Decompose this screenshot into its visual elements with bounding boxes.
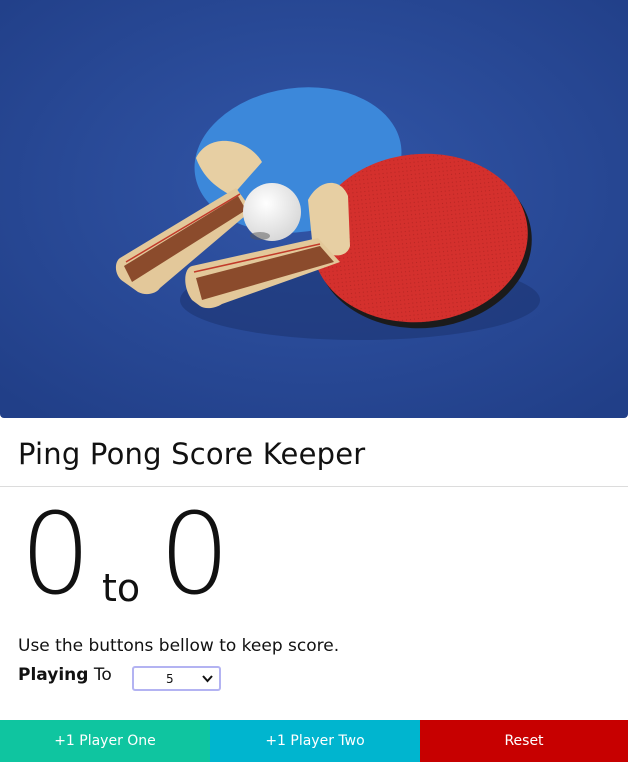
instructions-text: Use the buttons bellow to keep score.	[18, 636, 340, 656]
ping-pong-paddles-image	[0, 0, 628, 418]
page-title: Ping Pong Score Keeper	[18, 437, 366, 471]
score-separator: to	[102, 566, 141, 610]
ping-pong-ball	[243, 183, 301, 241]
playing-to-label: Playing To	[18, 665, 112, 685]
header: Ping Pong Score Keeper	[0, 418, 628, 487]
button-bar: +1 Player One +1 Player Two Reset	[0, 720, 628, 762]
winning-score-value: 5	[166, 672, 174, 686]
player-two-button[interactable]: +1 Player Two	[210, 720, 420, 762]
chevron-down-icon	[202, 675, 213, 683]
player-one-score: 0	[20, 490, 92, 620]
player-two-score: 0	[159, 490, 231, 620]
winning-score-select[interactable]: 5	[132, 666, 221, 691]
reset-button[interactable]: Reset	[420, 720, 628, 762]
playing-label-bold: Playing	[18, 665, 89, 685]
player-one-button[interactable]: +1 Player One	[0, 720, 210, 762]
hero-image	[0, 0, 628, 418]
scoreboard: 0 to 0	[18, 490, 418, 620]
playing-label-rest: To	[93, 665, 112, 685]
